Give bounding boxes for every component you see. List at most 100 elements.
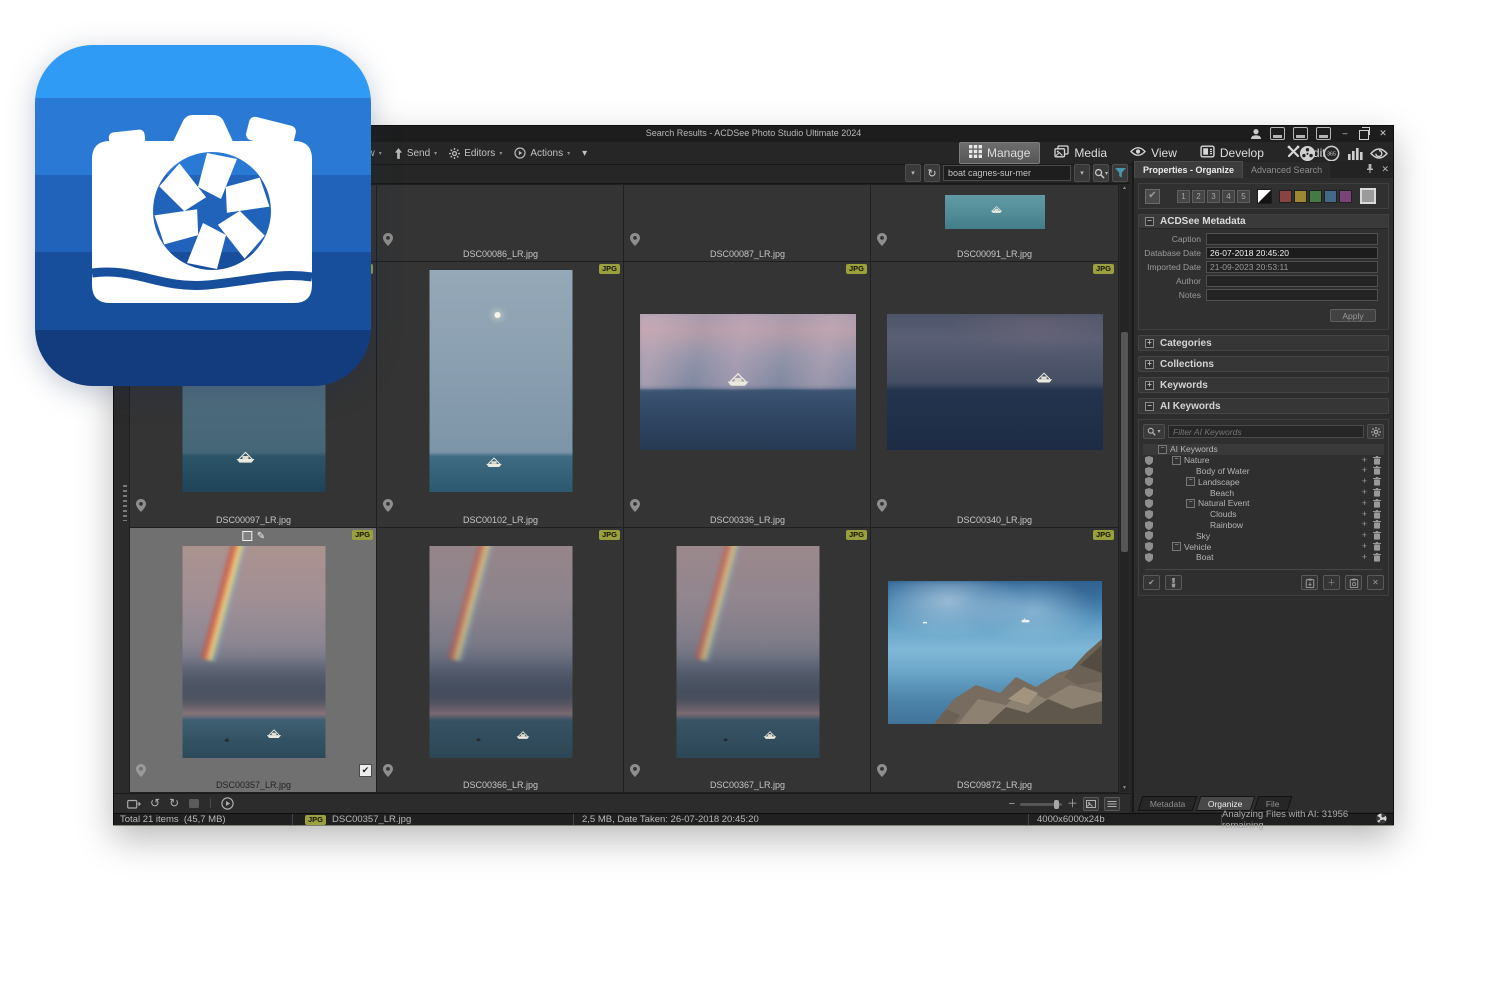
thumbnail-view-button[interactable] xyxy=(1083,797,1099,811)
field-input-caption[interactable] xyxy=(1206,233,1378,245)
pane-drag-handle[interactable] xyxy=(123,485,127,521)
tree-expander[interactable]: − xyxy=(1186,477,1195,486)
scrollbar-thumb[interactable] xyxy=(1121,332,1128,552)
filter-icon[interactable] xyxy=(1112,164,1128,182)
ai-keyword-row[interactable]: Rainbow+ xyxy=(1143,520,1384,531)
zoom-out-button[interactable]: − xyxy=(1009,799,1015,809)
delete-keyword-icon[interactable] xyxy=(1373,488,1381,497)
section-header-ai-keywords[interactable]: − AI Keywords xyxy=(1138,398,1389,414)
panel-tab-advanced-search[interactable]: Advanced Search xyxy=(1243,162,1330,178)
bottom-tab-metadata[interactable]: Metadata xyxy=(1138,796,1198,811)
thumbnail-cell[interactable]: JPGDSC00367_LR.jpg xyxy=(623,527,872,793)
delete-keyword-icon[interactable] xyxy=(1373,531,1381,540)
search-options-button[interactable]: ▾ xyxy=(1093,164,1109,182)
search-scope-dropdown[interactable]: ▾ xyxy=(905,164,921,182)
thumbnail-cell[interactable]: JPGDSC00340_LR.jpg xyxy=(870,261,1119,528)
rating-4[interactable]: 4 xyxy=(1222,190,1235,203)
rotate-left-icon[interactable]: ↺ xyxy=(150,796,160,810)
mode-tab-view[interactable]: View xyxy=(1121,143,1186,163)
layout-pane-icon-1[interactable] xyxy=(1270,127,1285,140)
zoom-in-button[interactable]: ＋ xyxy=(1067,799,1078,809)
minimize-button[interactable]: – xyxy=(1339,127,1351,140)
scroll-up-arrow[interactable]: ▲ xyxy=(1120,184,1129,192)
search-history-dropdown[interactable]: ▾ xyxy=(1074,164,1090,182)
expand-icon[interactable]: + xyxy=(1145,339,1154,348)
search-input[interactable] xyxy=(943,165,1071,181)
toolbar-item-send[interactable]: Send▾ xyxy=(394,148,437,159)
delete-keyword-icon[interactable] xyxy=(1373,510,1381,519)
add-keyword-icon[interactable]: + xyxy=(1362,553,1367,562)
acdsee-365-icon[interactable]: 365 xyxy=(1323,145,1340,162)
color-label-2[interactable] xyxy=(1294,190,1307,203)
expand-icon[interactable]: + xyxy=(1145,360,1154,369)
no-label-swatch[interactable] xyxy=(1360,188,1376,204)
color-label-4[interactable] xyxy=(1324,190,1337,203)
scroll-down-arrow[interactable]: ▼ xyxy=(1120,784,1129,792)
thumbnail-cell[interactable]: JPGDSC00102_LR.jpg xyxy=(376,261,625,528)
ai-keyword-row[interactable]: −Landscape+ xyxy=(1143,476,1384,487)
ai-keyword-row[interactable]: Body of Water+ xyxy=(1143,466,1384,477)
rotate-right-icon[interactable]: ↻ xyxy=(169,796,179,810)
delete-keyword-icon[interactable] xyxy=(1373,499,1381,508)
selection-checkbox[interactable]: ✔ xyxy=(359,764,372,777)
rating-1[interactable]: 1 xyxy=(1177,190,1190,203)
restore-button[interactable] xyxy=(1359,128,1369,140)
collapse-icon[interactable]: − xyxy=(1145,402,1154,411)
panel-tab-properties-organize[interactable]: Properties - Organize xyxy=(1134,161,1243,178)
add-keywords-button[interactable]: ＋ xyxy=(1323,575,1340,590)
thumbnail-cell[interactable]: JPGDSC00336_LR.jpg xyxy=(623,261,872,528)
add-keyword-icon[interactable]: + xyxy=(1362,542,1367,551)
paste-keywords-button[interactable] xyxy=(1301,575,1318,590)
field-input-notes[interactable] xyxy=(1206,289,1378,301)
thumbnail-cell[interactable]: DSC00091_LR.jpg xyxy=(870,184,1119,262)
field-input-imported-date[interactable] xyxy=(1206,261,1378,273)
toolbar-item-editors[interactable]: Editors▾ xyxy=(449,148,502,159)
add-keyword-icon[interactable]: + xyxy=(1362,520,1367,529)
rating-2[interactable]: 2 xyxy=(1192,190,1205,203)
add-keyword-icon[interactable]: + xyxy=(1362,499,1367,508)
zoom-slider[interactable] xyxy=(1020,803,1062,806)
account-icon[interactable] xyxy=(1250,128,1262,140)
ai-search-button[interactable]: ▾ xyxy=(1143,424,1165,439)
delete-keyword-icon[interactable] xyxy=(1373,553,1381,562)
ai-keyword-row[interactable]: −AI Keywords xyxy=(1143,444,1384,455)
ai-settings-gear-icon[interactable] xyxy=(1367,424,1384,439)
add-keyword-icon[interactable]: + xyxy=(1362,488,1367,497)
export-icon[interactable] xyxy=(127,798,141,809)
zoom-slider-thumb[interactable] xyxy=(1054,800,1059,809)
delete-keyword-icon[interactable] xyxy=(1373,456,1381,465)
mode-tab-manage[interactable]: Manage xyxy=(959,142,1040,164)
section-header-collections[interactable]: +Collections xyxy=(1138,356,1389,372)
color-label-5[interactable] xyxy=(1339,190,1352,203)
delete-keyword-icon[interactable] xyxy=(1373,542,1381,551)
mode-tab-media[interactable]: Media xyxy=(1045,143,1116,163)
close-button[interactable]: ✕ xyxy=(1377,127,1389,140)
layout-pane-icon-3[interactable] xyxy=(1316,127,1331,140)
ai-keyword-row[interactable]: Clouds+ xyxy=(1143,509,1384,520)
section-header-keywords[interactable]: +Keywords xyxy=(1138,377,1389,393)
details-view-button[interactable] xyxy=(1104,797,1120,811)
thumbnail-cell[interactable]: DSC00087_LR.jpg xyxy=(623,184,872,262)
delete-keyword-icon[interactable] xyxy=(1373,520,1381,529)
delete-keyword-icon[interactable] xyxy=(1373,466,1381,475)
copy-keywords-button[interactable] xyxy=(1345,575,1362,590)
ai-keyword-row[interactable]: Boat+ xyxy=(1143,552,1384,563)
ai-keyword-row[interactable]: Sky+ xyxy=(1143,530,1384,541)
auto-tag-checkbox-button[interactable]: ✔ xyxy=(1143,575,1160,590)
slideshow-play-icon[interactable] xyxy=(221,797,234,810)
color-label-1[interactable] xyxy=(1279,190,1292,203)
add-keyword-icon[interactable]: + xyxy=(1362,510,1367,519)
field-input-database-date[interactable] xyxy=(1206,247,1378,259)
toolbar-item-actions[interactable]: Actions▾ xyxy=(514,147,570,159)
ai-keyword-row[interactable]: Beach+ xyxy=(1143,487,1384,498)
refresh-search-icon[interactable]: ↻ xyxy=(924,164,940,182)
add-keyword-icon[interactable]: + xyxy=(1362,466,1367,475)
thumbnail-cell[interactable]: JPGDSC09872_LR.jpg xyxy=(870,527,1119,793)
thumbnail-cell[interactable]: JPG✎✔DSC00357_LR.jpg xyxy=(129,527,378,793)
color-label-3[interactable] xyxy=(1309,190,1322,203)
film-reel-icon[interactable] xyxy=(1299,145,1316,162)
metadata-section-header[interactable]: − ACDSee Metadata xyxy=(1139,215,1388,229)
expand-icon[interactable]: + xyxy=(1145,381,1154,390)
tree-expander[interactable]: − xyxy=(1158,445,1167,454)
rating-5[interactable]: 5 xyxy=(1237,190,1250,203)
